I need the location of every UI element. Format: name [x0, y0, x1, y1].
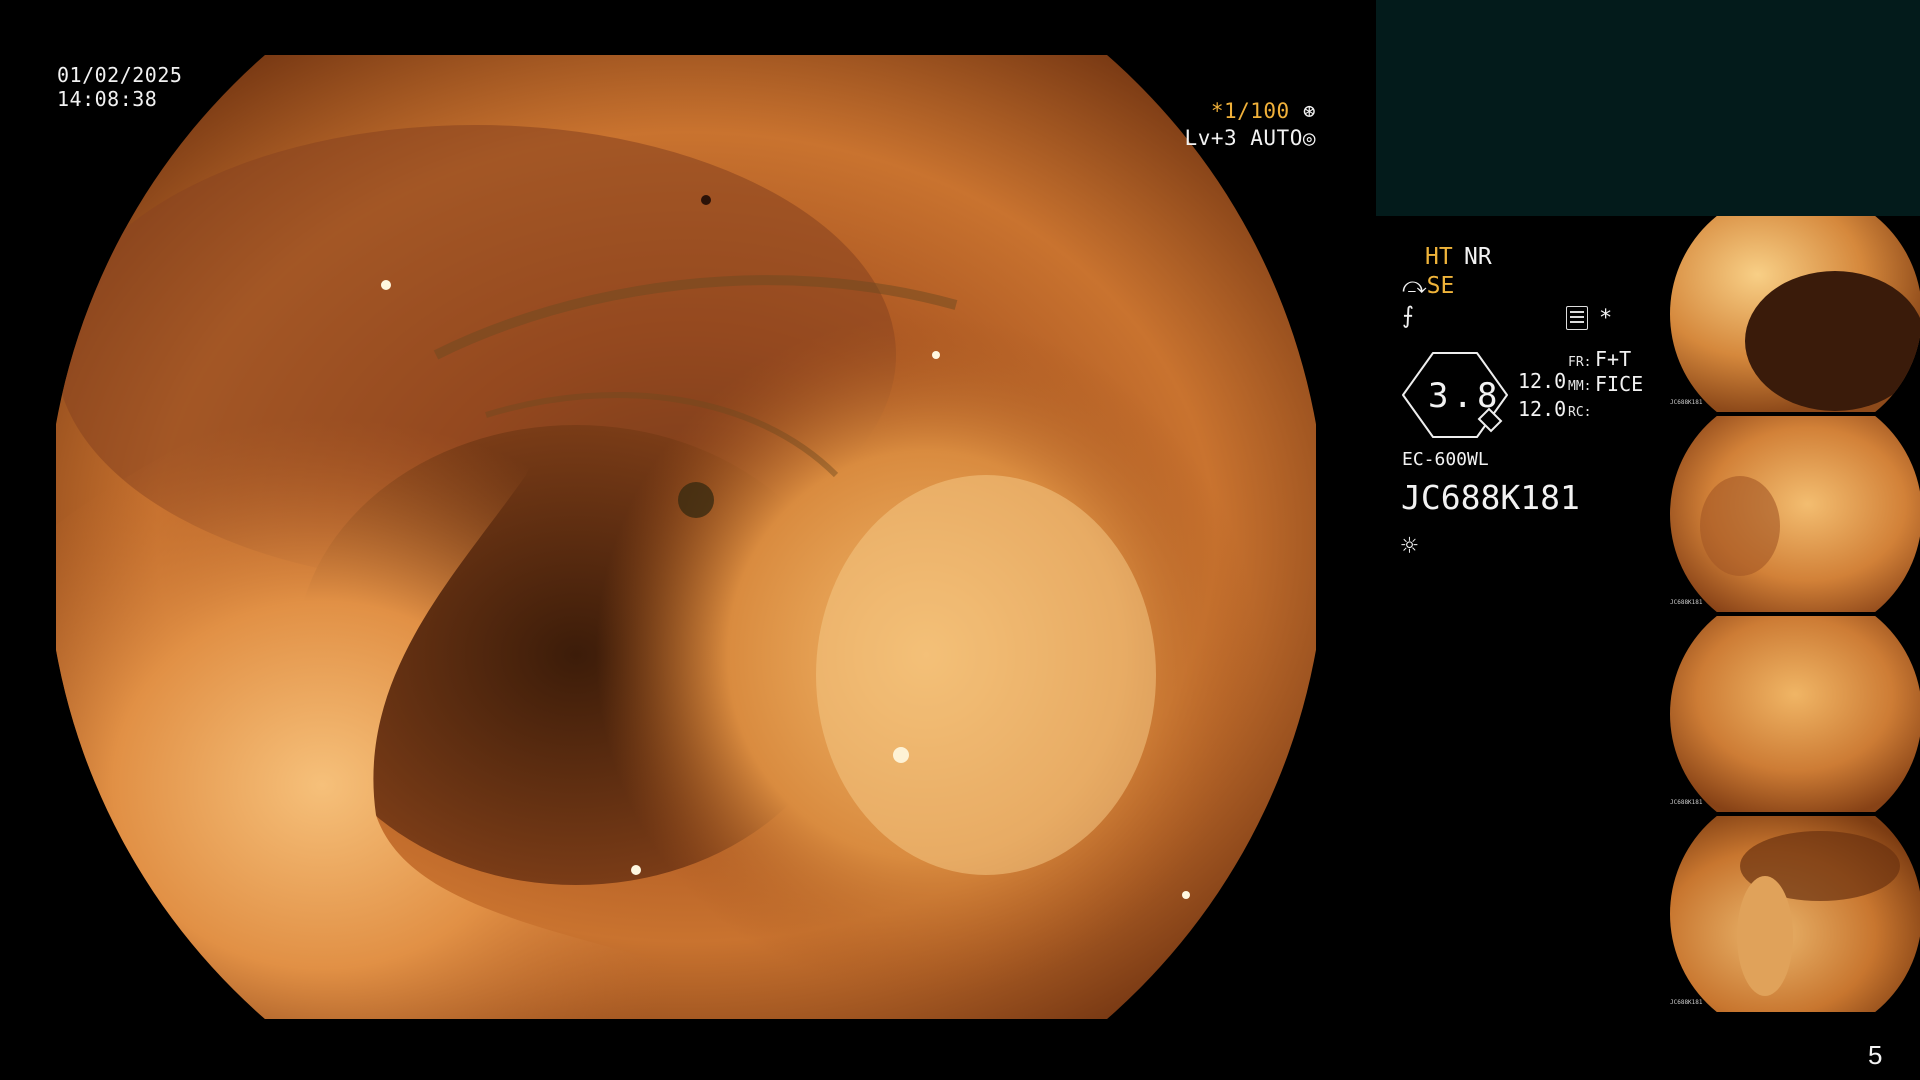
- se-indicator: ⤼SE: [1402, 273, 1454, 299]
- ht-indicator: HT: [1425, 244, 1453, 270]
- thumbnail-caption: JC688K181: [1670, 399, 1703, 406]
- date-text: 01/02/2025: [57, 63, 183, 87]
- fr-label: FR:: [1568, 355, 1592, 370]
- shutter-prefix: *: [1210, 99, 1224, 123]
- iris-icon: ◎: [1302, 126, 1316, 150]
- settings-panel: HT NR ⤼SE ⨍ * 3.8 12.0 12.0 FR: F+T MM: …: [1376, 216, 1668, 976]
- shutter-display: *1/100 ⊛: [1211, 99, 1316, 124]
- brightness-level-display: Lv+3 AUTO◎: [1185, 126, 1316, 151]
- zoom-value: 3.8: [1428, 376, 1502, 416]
- color-icon: ⨍: [1402, 303, 1414, 329]
- fr-value: F+T: [1595, 347, 1632, 371]
- setting-value-1: 12.0: [1518, 369, 1567, 393]
- aperture-icon: ⊛: [1289, 99, 1316, 123]
- setting-value-2: 12.0: [1518, 397, 1567, 421]
- scope-serial: JC688K181: [1401, 478, 1580, 517]
- rc-label: RC:: [1568, 405, 1592, 420]
- thumbnail-1[interactable]: JC688K181: [1670, 216, 1920, 412]
- star-indicator: *: [1599, 306, 1613, 331]
- thumbnail-4[interactable]: JC688K181: [1670, 816, 1920, 1012]
- thumbnail-caption: JC688K181: [1670, 999, 1703, 1006]
- thumbnail-3[interactable]: JC688K181: [1670, 616, 1920, 812]
- nr-indicator: NR: [1464, 244, 1492, 270]
- mm-label: MM:: [1568, 379, 1592, 394]
- recording-icon: [1566, 306, 1588, 330]
- thumbnail-2[interactable]: JC688K181: [1670, 416, 1920, 612]
- mm-value: FICE: [1595, 372, 1644, 396]
- structure-enhance-icon: ⤼: [1402, 273, 1427, 299]
- thumbnail-caption: JC688K181: [1670, 799, 1703, 806]
- time-text: 14:08:38: [57, 87, 158, 111]
- scope-model: EC-600WL: [1402, 449, 1489, 470]
- light-source-icon: ☼: [1401, 529, 1418, 562]
- shutter-speed: 1/100: [1223, 99, 1290, 123]
- date-time-display: 01/02/2025 14:08:38: [57, 63, 182, 111]
- auxiliary-display-area: [1376, 0, 1920, 216]
- thumbnail-caption: JC688K181: [1670, 599, 1703, 606]
- level-text: Lv+3 AUTO: [1184, 126, 1303, 150]
- page-number: 5: [1868, 1040, 1883, 1070]
- se-label: SE: [1426, 273, 1455, 299]
- endoscope-view: [56, 55, 1316, 1019]
